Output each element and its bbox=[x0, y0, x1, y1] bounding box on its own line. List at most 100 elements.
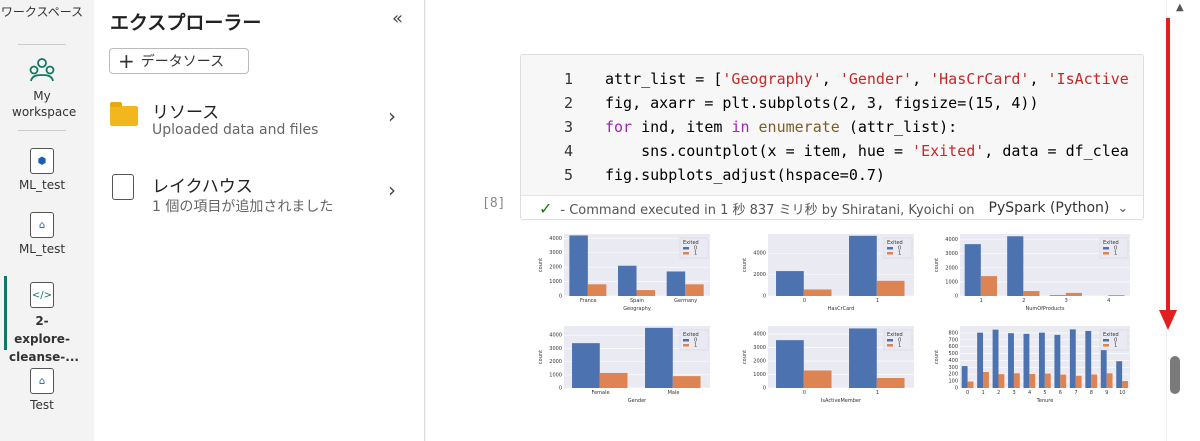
bar bbox=[1008, 333, 1014, 388]
x-tick-label: 10 bbox=[1119, 390, 1125, 396]
y-axis-label: count bbox=[934, 350, 940, 364]
plus-icon: + bbox=[118, 49, 135, 73]
code-editor[interactable]: 1 attr_list = ['Geography', 'Gender', 'Ha… bbox=[521, 67, 1143, 187]
nav-item-label: 2-explore-cleanse-... bbox=[9, 314, 79, 364]
x-tick-label: 2 bbox=[1022, 298, 1025, 304]
x-axis-label: Tenure bbox=[1036, 398, 1054, 404]
bar bbox=[1091, 374, 1098, 388]
bar bbox=[1023, 333, 1030, 388]
line-number: 4 bbox=[563, 142, 573, 160]
nav-item-ml-test-lakehouse[interactable]: ⌂ ML_test bbox=[0, 212, 84, 256]
bar bbox=[1023, 291, 1040, 296]
y-tick-label: 1000 bbox=[549, 279, 562, 285]
legend-swatch bbox=[683, 339, 689, 342]
explorer-panel: エクスプローラー « + データソース リソース Uploaded data a… bbox=[94, 0, 425, 441]
notebook-area: 1 attr_list = ['Geography', 'Gender', 'Ha… bbox=[426, 0, 1166, 441]
y-tick-label: 2000 bbox=[753, 359, 766, 365]
x-tick-label: 1 bbox=[980, 298, 983, 304]
y-tick-label: 4000 bbox=[753, 332, 766, 338]
bar bbox=[980, 276, 997, 296]
legend-swatch bbox=[683, 344, 689, 347]
x-tick-label: 1 bbox=[982, 390, 985, 396]
nav-divider bbox=[18, 130, 66, 131]
cell-status-bar: ✓ - Command executed in 1 秒 837 ミリ秒 by S… bbox=[521, 195, 1143, 219]
x-tick-label: 5 bbox=[1043, 390, 1046, 396]
lakehouse-icon: ⌂ bbox=[30, 212, 54, 238]
x-tick-label: Spain bbox=[630, 298, 644, 304]
y-tick-label: 1000 bbox=[945, 279, 958, 285]
countplot-gender: 0 1000 2000 3000 4000 Female Male Gender count Ex… bbox=[534, 322, 714, 404]
people-icon bbox=[28, 56, 56, 84]
nav-item-label: ML_test bbox=[18, 178, 66, 192]
explorer-item-lakehouse[interactable]: レイクハウス 1 個の項目が追加されました › bbox=[108, 172, 408, 218]
bar bbox=[1075, 375, 1082, 388]
legend-swatch bbox=[887, 339, 893, 342]
bar bbox=[1044, 373, 1051, 388]
y-axis-label: count bbox=[538, 350, 544, 364]
scrollbar-thumb[interactable] bbox=[1170, 356, 1180, 394]
x-tick-label: 2 bbox=[997, 390, 1000, 396]
y-tick-label: 3000 bbox=[549, 346, 562, 352]
y-tick-label: 3000 bbox=[945, 251, 958, 257]
bar bbox=[1054, 334, 1061, 388]
x-tick-label: 1 bbox=[876, 390, 879, 396]
x-tick-label: 0 bbox=[966, 390, 969, 396]
x-axis-label: IsActiveMember bbox=[821, 398, 862, 404]
code-line: 1 attr_list = ['Geography', 'Gender', 'Ha… bbox=[521, 67, 1143, 91]
line-number: 3 bbox=[563, 118, 573, 136]
countplot-numofproducts: 0 1000 2000 3000 4000 1 2 3 4 NumOfProducts count E… bbox=[930, 230, 1134, 312]
bar bbox=[1069, 329, 1076, 388]
nav-item-label: ML_test bbox=[18, 242, 66, 256]
x-axis-label: NumOfProducts bbox=[1025, 306, 1064, 312]
bar bbox=[992, 329, 999, 388]
bar bbox=[1116, 361, 1123, 388]
bar bbox=[1108, 295, 1125, 296]
line-number: 1 bbox=[563, 70, 573, 88]
chevron-down-icon[interactable]: ⌄ bbox=[1117, 201, 1128, 216]
code-line: 2 fig, axarr = plt.subplots(2, 3, figsize… bbox=[521, 91, 1143, 115]
bar bbox=[1060, 374, 1067, 388]
bar bbox=[1085, 330, 1092, 388]
bar bbox=[961, 366, 968, 388]
y-tick-label: 800 bbox=[948, 330, 958, 336]
workspaces-button[interactable]: ワークスペース bbox=[0, 4, 84, 20]
check-icon: ✓ bbox=[539, 198, 553, 218]
x-tick-label: Germany bbox=[674, 298, 697, 304]
x-tick-label: 9 bbox=[1105, 390, 1108, 396]
x-tick-label: 0 bbox=[803, 390, 806, 396]
nav-item-test[interactable]: ⌂ Test bbox=[0, 368, 84, 412]
add-data-source-button[interactable]: + データソース bbox=[109, 48, 249, 74]
scroll-up-arrow-icon[interactable]: ▲ bbox=[1176, 2, 1184, 13]
bar bbox=[666, 271, 686, 296]
countplot-tenure: 0 100 200 300 400 500 600 700 800 0 1 2 3 4 5 6 7 8 9 10 Ten… bbox=[930, 322, 1134, 404]
legend-swatch bbox=[1103, 344, 1109, 347]
legend-entry: 1 bbox=[898, 251, 901, 257]
x-axis-label: Geography bbox=[623, 306, 651, 312]
countplot-isactivemember: 0 1000 2000 3000 4000 0 1 IsActiveMember count Ex… bbox=[738, 322, 918, 404]
code-text: for ind, item in enumerate (attr_list): bbox=[605, 118, 958, 136]
chevron-right-icon[interactable]: › bbox=[388, 178, 396, 202]
nav-item-my-workspace[interactable]: My workspace bbox=[0, 56, 84, 120]
x-tick-label: 3 bbox=[1065, 298, 1068, 304]
code-cell[interactable]: 1 attr_list = ['Geography', 'Gender', 'Ha… bbox=[520, 54, 1144, 220]
language-selector[interactable]: PySpark (Python) bbox=[989, 200, 1110, 216]
y-tick-label: 0 bbox=[763, 386, 766, 392]
bar bbox=[587, 284, 607, 296]
nav-item-ml-test-model[interactable]: ⬢ ML_test bbox=[0, 148, 84, 192]
y-tick-label: 200 bbox=[948, 372, 958, 378]
bar bbox=[569, 235, 588, 296]
y-tick-label: 1000 bbox=[549, 372, 562, 378]
legend-entry: 1 bbox=[1114, 343, 1117, 349]
nav-item-notebook[interactable]: </> 2-explore-cleanse-... bbox=[0, 282, 84, 366]
y-tick-label: 700 bbox=[948, 337, 958, 343]
y-tick-label: 300 bbox=[948, 365, 958, 371]
explorer-item-resources[interactable]: リソース Uploaded data and files › bbox=[108, 98, 408, 144]
y-tick-label: 0 bbox=[763, 294, 766, 300]
lakehouse-icon: ⌂ bbox=[30, 368, 54, 394]
collapse-panel-button[interactable]: « bbox=[392, 8, 403, 29]
x-tick-label: 4 bbox=[1107, 298, 1110, 304]
bar bbox=[1007, 236, 1024, 296]
bar bbox=[803, 289, 832, 296]
code-text: fig, axarr = plt.subplots(2, 3, figsize=… bbox=[605, 94, 1039, 112]
chevron-right-icon[interactable]: › bbox=[388, 104, 396, 128]
